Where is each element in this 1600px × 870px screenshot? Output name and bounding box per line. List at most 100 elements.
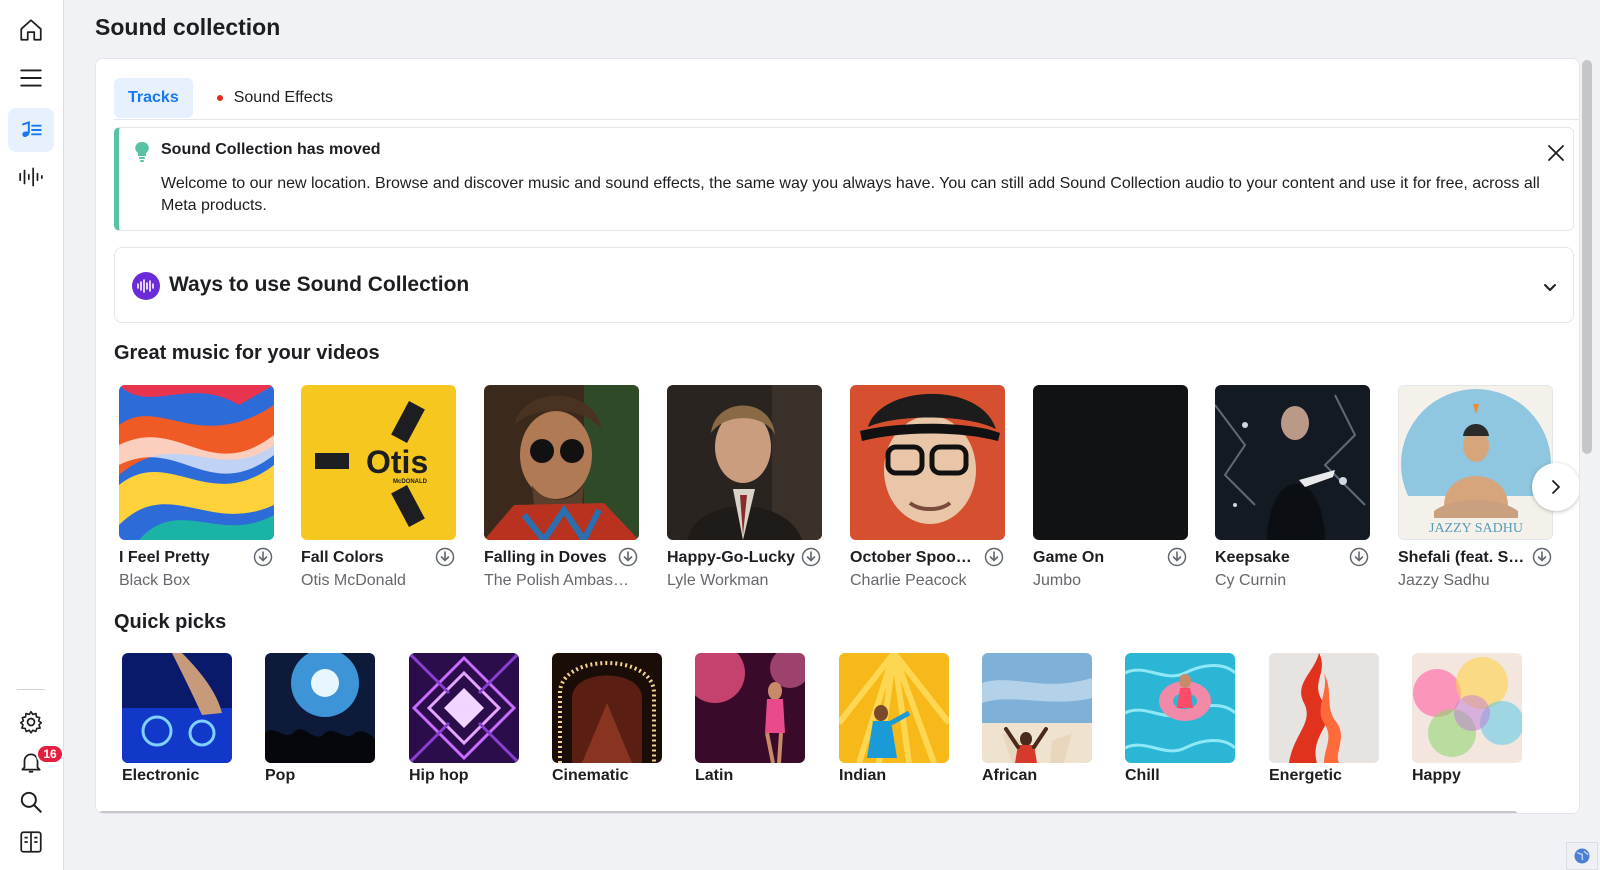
- download-icon[interactable]: [984, 547, 1004, 567]
- track-card[interactable]: October Spook… Charlie Peacock: [850, 385, 1005, 589]
- audio-waveform-icon: [19, 167, 43, 187]
- track-artist: Lyle Workman: [667, 572, 769, 589]
- download-icon[interactable]: [1167, 547, 1187, 567]
- genre-tile-indian[interactable]: Indian: [839, 653, 949, 784]
- genre-tile-electronic[interactable]: Electronic: [122, 653, 232, 784]
- album-cover: JAZZY SADHU: [1398, 385, 1553, 540]
- tab-tracks-label: Tracks: [128, 89, 179, 106]
- track-artist: The Polish Ambass…: [484, 572, 634, 589]
- horizontal-scrollbar[interactable]: [98, 811, 1518, 813]
- download-icon[interactable]: [801, 547, 821, 567]
- nav-settings[interactable]: [8, 700, 54, 744]
- menu-icon: [20, 69, 42, 87]
- notice-title: Sound Collection has moved: [161, 141, 381, 158]
- carousel-next-button[interactable]: [1532, 463, 1579, 511]
- nav-notifications[interactable]: 16: [8, 740, 64, 784]
- track-artist: Charlie Peacock: [850, 572, 967, 589]
- lightbulb-icon: [135, 141, 149, 162]
- genre-image: [839, 653, 949, 763]
- tab-tracks[interactable]: Tracks: [114, 78, 193, 118]
- left-nav-rail: 16: [0, 0, 64, 870]
- genre-label: Cinematic: [552, 767, 629, 784]
- nav-sound-collection[interactable]: [8, 108, 54, 152]
- genre-image: [695, 653, 805, 763]
- download-icon[interactable]: [618, 547, 638, 567]
- panel-toggle-icon: [20, 831, 42, 853]
- track-card[interactable]: Falling in Doves The Polish Ambass…: [484, 385, 639, 589]
- vertical-scrollbar[interactable]: [1582, 60, 1592, 454]
- close-icon[interactable]: [1545, 142, 1567, 164]
- genre-label: Chill: [1125, 767, 1160, 784]
- chevron-right-icon: [1552, 480, 1560, 494]
- genre-image: [1125, 653, 1235, 763]
- download-icon[interactable]: [253, 547, 273, 567]
- search-icon: [20, 791, 42, 813]
- nav-search[interactable]: [8, 780, 54, 824]
- track-title: October Spook…: [850, 549, 978, 566]
- track-title: Game On: [1033, 549, 1105, 566]
- sound-collection-icon: [22, 121, 42, 138]
- nav-audio[interactable]: [8, 155, 54, 199]
- ways-to-use-accordion[interactable]: Ways to use Sound Collection: [114, 247, 1574, 323]
- album-cover: Otis McDONALD: [301, 385, 456, 540]
- track-artist: Jumbo: [1033, 572, 1082, 589]
- album-cover: [119, 385, 274, 540]
- cover-text: Otis: [366, 444, 428, 480]
- new-indicator-dot: [216, 95, 223, 101]
- nav-panel-toggle[interactable]: [8, 820, 54, 864]
- sound-waveform-icon: [132, 272, 160, 300]
- album-cover: [667, 385, 822, 540]
- track-card[interactable]: I Feel Pretty Black Box: [119, 385, 274, 589]
- track-card[interactable]: Otis McDONALD Fall Colors Otis McDonald: [301, 385, 456, 589]
- album-cover: [1215, 385, 1370, 540]
- genre-image: [122, 653, 232, 763]
- nav-home[interactable]: [8, 8, 54, 52]
- tab-bar: Tracks Sound Effects: [114, 78, 347, 118]
- download-icon[interactable]: [435, 547, 455, 567]
- track-title: Keepsake: [1215, 549, 1290, 566]
- genre-label: Energetic: [1269, 767, 1342, 784]
- album-cover: [1033, 385, 1188, 540]
- genre-image: [552, 653, 662, 763]
- genre-tile-latin[interactable]: Latin: [695, 653, 805, 784]
- sound-collection-panel: Tracks Sound Effects Sound Collection ha…: [95, 58, 1580, 814]
- page-title: Sound collection: [95, 14, 281, 40]
- genre-tile-chill[interactable]: Chill: [1125, 653, 1235, 784]
- nav-divider: [17, 689, 45, 690]
- genre-label: Electronic: [122, 767, 200, 784]
- genre-label: Pop: [265, 767, 296, 784]
- ways-title: Ways to use Sound Collection: [169, 273, 470, 296]
- language-button[interactable]: [1566, 842, 1598, 870]
- track-card[interactable]: Keepsake Cy Curnin: [1215, 385, 1370, 589]
- genre-tile-african[interactable]: African: [982, 653, 1092, 784]
- genre-tile-energetic[interactable]: Energetic: [1269, 653, 1379, 784]
- genre-tile-cinematic[interactable]: Cinematic: [552, 653, 662, 784]
- settings-icon: [19, 710, 43, 734]
- album-cover: [850, 385, 1005, 540]
- genre-tile-happy[interactable]: Happy: [1412, 653, 1522, 784]
- download-icon[interactable]: [1349, 547, 1369, 567]
- genre-image: [1269, 653, 1379, 763]
- genre-tile-pop[interactable]: Pop: [265, 653, 375, 784]
- home-icon: [20, 19, 42, 41]
- genre-tile-hip-hop[interactable]: Hip hop: [409, 653, 519, 784]
- genre-label: Hip hop: [409, 767, 469, 784]
- cover-text: JAZZY SADHU: [1429, 521, 1523, 536]
- track-card[interactable]: Game On Jumbo: [1033, 385, 1188, 589]
- cover-subtext: McDONALD: [393, 479, 428, 485]
- track-artist: Cy Curnin: [1215, 572, 1287, 589]
- track-card[interactable]: JAZZY SADHU Shefali (feat. Sr… Jazzy Sad…: [1398, 385, 1553, 589]
- quick-picks-title: Quick picks: [114, 611, 227, 633]
- tracks-section-title: Great music for your videos: [114, 342, 380, 364]
- genre-image: [982, 653, 1092, 763]
- genre-image: [1412, 653, 1522, 763]
- nav-menu[interactable]: [8, 56, 54, 100]
- quick-picks-row: Electronic Pop Hip hop Cinematic Latin I…: [122, 653, 1572, 793]
- track-artist: Black Box: [119, 572, 191, 589]
- track-card[interactable]: Happy-Go-Lucky Lyle Workman: [667, 385, 822, 589]
- globe-icon: [1574, 848, 1590, 864]
- moved-notice: Sound Collection has moved Welcome to ou…: [114, 127, 1574, 231]
- download-icon[interactable]: [1532, 547, 1552, 567]
- genre-image: [409, 653, 519, 763]
- tab-sound-effects[interactable]: Sound Effects: [203, 78, 347, 118]
